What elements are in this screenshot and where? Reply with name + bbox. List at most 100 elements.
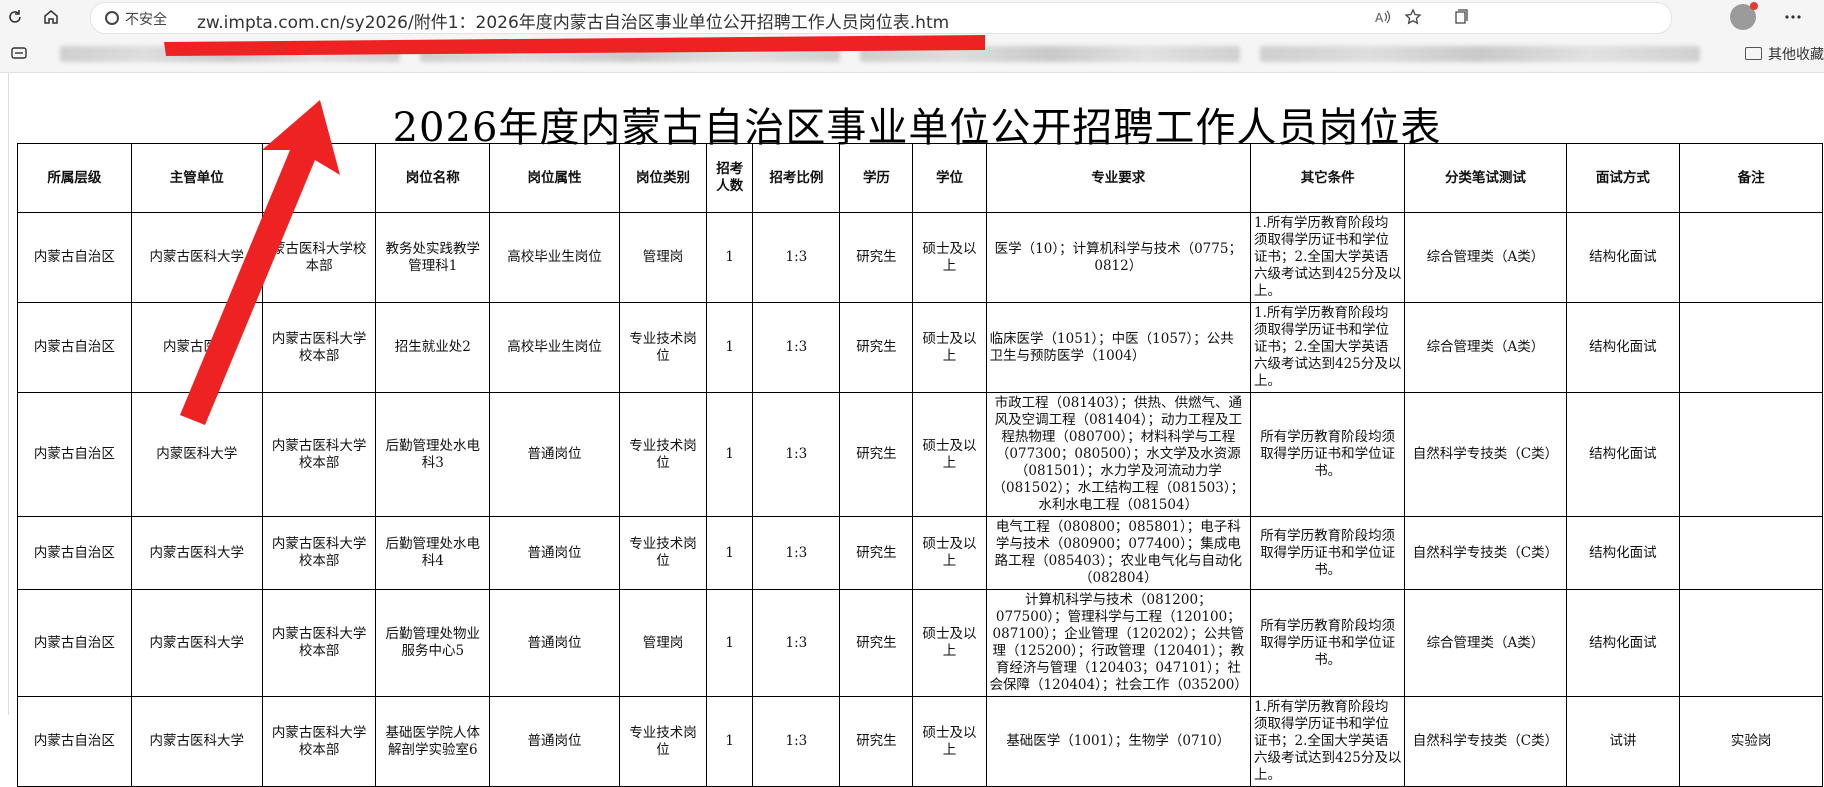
table-cell: 研究生 <box>839 302 914 393</box>
blurred-bookmarks <box>60 46 400 62</box>
table-cell: 市政工程（081403）；供热、供燃气、通风及空调工程（081404）；动力工程… <box>985 392 1252 517</box>
table-cell: 医学（10）；计算机科学与技术（0775；0812） <box>985 212 1252 303</box>
table-cell: 研究生 <box>839 212 914 303</box>
table-cell: 实验岗 <box>1679 696 1823 787</box>
table-cell: 内蒙古医科大学 <box>130 516 263 590</box>
table-row: 内蒙古自治区 内蒙古医科大学 内蒙古医科大学校本部 后勤管理处水电科4 普通岗位… <box>17 516 1823 590</box>
table-cell: 1 <box>706 392 754 517</box>
table-cell: 结构化面试 <box>1565 516 1681 590</box>
table-cell: 内蒙古医科大学校本部 <box>261 696 377 787</box>
table-cell: 电气工程（080800；085801）；电子科学与技术（080900；07740… <box>985 516 1252 590</box>
table-cell: 内蒙古医科 <box>130 302 263 393</box>
collections-icon[interactable] <box>1448 4 1474 30</box>
table-cell: 1:3 <box>752 392 841 517</box>
table-cell: 内蒙古医科大学校本部 <box>261 392 377 517</box>
table-cell: 结构化面试 <box>1565 589 1681 697</box>
table-cell: 专业技术岗位 <box>619 516 708 590</box>
header-cell: 其它条件 <box>1250 143 1406 213</box>
table-cell: 后勤管理处水电科4 <box>375 516 491 590</box>
table-cell: 所有学历教育阶段均须取得学历证书和学位证书。 <box>1250 392 1406 517</box>
table-cell <box>1679 516 1823 590</box>
table-cell: 后勤管理处物业服务中心5 <box>375 589 491 697</box>
header-cell: 所属层级 <box>17 143 132 213</box>
table-cell: 普通岗位 <box>489 696 621 787</box>
url-text[interactable]: zw.impta.com.cn/sy2026/附件1：2026年度内蒙古自治区事… <box>197 8 949 33</box>
header-cell: 主管单位 <box>130 143 263 213</box>
table-cell: 研究生 <box>839 696 914 787</box>
table-cell: 招生就业处2 <box>375 302 491 393</box>
table-row: 内蒙古自治区 内蒙古医科 内蒙古医科大学校本部 招生就业处2 高校毕业生岗位 专… <box>17 302 1823 393</box>
address-bar[interactable]: 不安全 zw.impta.com.cn/sy2026/附件1：2026年度内蒙古… <box>90 2 1672 34</box>
table-cell: 蒙古医科大学校本部 <box>261 212 377 303</box>
positions-table: 所属层级 主管单位 岗位名称 岗位属性 岗位类别 招考人数 招考比例 学历 学位… <box>17 143 1823 787</box>
home-icon[interactable] <box>38 4 64 30</box>
table-cell: 内蒙古自治区 <box>17 392 132 517</box>
table-cell: 高校毕业生岗位 <box>489 302 621 393</box>
table-cell: 内蒙医科大学 <box>130 392 263 517</box>
warning-icon <box>105 11 119 25</box>
table-cell: 1:3 <box>752 696 841 787</box>
header-cell: 备注 <box>1679 143 1823 213</box>
table-cell <box>1679 212 1823 303</box>
table-cell: 1.所有学历教育阶段均须取得学历证书和学位证书；2.全国大学英语六级考试达到42… <box>1250 696 1406 787</box>
table-cell: 高校毕业生岗位 <box>489 212 621 303</box>
blurred-bookmarks <box>1260 46 1700 62</box>
table-cell: 专业技术岗位 <box>619 392 708 517</box>
folder-icon <box>1745 47 1762 60</box>
table-cell: 内蒙古自治区 <box>17 212 132 303</box>
favorite-icon[interactable] <box>1400 4 1426 30</box>
table-cell: 结构化面试 <box>1565 212 1681 303</box>
table-cell: 硕士及以上 <box>912 212 987 303</box>
table-cell: 内蒙古医科大学校本部 <box>261 589 377 697</box>
table-cell: 1 <box>706 589 754 697</box>
table-cell: 结构化面试 <box>1565 392 1681 517</box>
header-cell: 岗位名称 <box>375 143 491 213</box>
refresh-icon[interactable] <box>2 4 28 30</box>
table-cell: 1:3 <box>752 302 841 393</box>
table-cell: 自然科学专技类（C类） <box>1404 696 1567 787</box>
table-cell: 内蒙古自治区 <box>17 696 132 787</box>
table-cell: 内蒙古医科大学 <box>130 589 263 697</box>
table-cell: 内蒙古自治区 <box>17 302 132 393</box>
table-cell: 计算机科学与技术（081200；077500）；管理科学与工程（120100；0… <box>985 589 1252 697</box>
table-cell: 综合管理类（A类） <box>1404 302 1567 393</box>
header-cell: 岗位类别 <box>619 143 708 213</box>
table-cell: 研究生 <box>839 589 914 697</box>
table-cell: 普通岗位 <box>489 516 621 590</box>
table-cell: 试讲 <box>1565 696 1681 787</box>
header-cell: 招考人数 <box>706 143 754 213</box>
table-cell: 硕士及以上 <box>912 589 987 697</box>
bookmarks-bar: 其他收藏 <box>0 34 1824 73</box>
table-cell: 硕士及以上 <box>912 516 987 590</box>
read-aloud-icon[interactable]: A <box>1370 4 1396 30</box>
tab-actions-icon[interactable] <box>6 40 32 66</box>
table-cell: 综合管理类（A类） <box>1404 589 1567 697</box>
table-cell: 教务处实践教学管理科1 <box>375 212 491 303</box>
browser-toolbar: 不安全 zw.impta.com.cn/sy2026/附件1：2026年度内蒙古… <box>0 0 1824 34</box>
table-cell: 1 <box>706 696 754 787</box>
other-bookmarks[interactable]: 其他收藏 <box>1745 44 1824 64</box>
table-cell: 普通岗位 <box>489 589 621 697</box>
table-cell: 所有学历教育阶段均须取得学历证书和学位证书。 <box>1250 516 1406 590</box>
table-cell: 硕士及以上 <box>912 302 987 393</box>
table-cell: 所有学历教育阶段均须取得学历证书和学位证书。 <box>1250 589 1406 697</box>
table-cell: 研究生 <box>839 392 914 517</box>
table-cell: 硕士及以上 <box>912 696 987 787</box>
table-cell: 基础医学院人体解剖学实验室6 <box>375 696 491 787</box>
table-cell: 内蒙古医科大学 <box>130 212 263 303</box>
table-cell: 基础医学（1001）；生物学（0710） <box>985 696 1252 787</box>
table-row: 内蒙古自治区 内蒙古医科大学 蒙古医科大学校本部 教务处实践教学管理科1 高校毕… <box>17 212 1823 303</box>
table-row: 内蒙古自治区 内蒙古医科大学 内蒙古医科大学校本部 基础医学院人体解剖学实验室6… <box>17 696 1823 787</box>
table-cell: 自然科学专技类（C类） <box>1404 392 1567 517</box>
security-indicator[interactable]: 不安全 <box>105 9 167 29</box>
table-cell: 内蒙古自治区 <box>17 589 132 697</box>
table-cell: 管理岗 <box>619 589 708 697</box>
table-cell: 内蒙古自治区 <box>17 516 132 590</box>
table-cell: 1.所有学历教育阶段均须取得学历证书和学位证书；2.全国大学英语六级考试达到42… <box>1250 212 1406 303</box>
table-row: 内蒙古自治区 内蒙医科大学 内蒙古医科大学校本部 后勤管理处水电科3 普通岗位 … <box>17 392 1823 517</box>
more-icon[interactable] <box>1780 4 1806 30</box>
table-cell: 综合管理类（A类） <box>1404 212 1567 303</box>
header-cell <box>261 143 377 213</box>
profile-icon[interactable] <box>1730 2 1758 30</box>
header-cell: 面试方式 <box>1565 143 1681 213</box>
